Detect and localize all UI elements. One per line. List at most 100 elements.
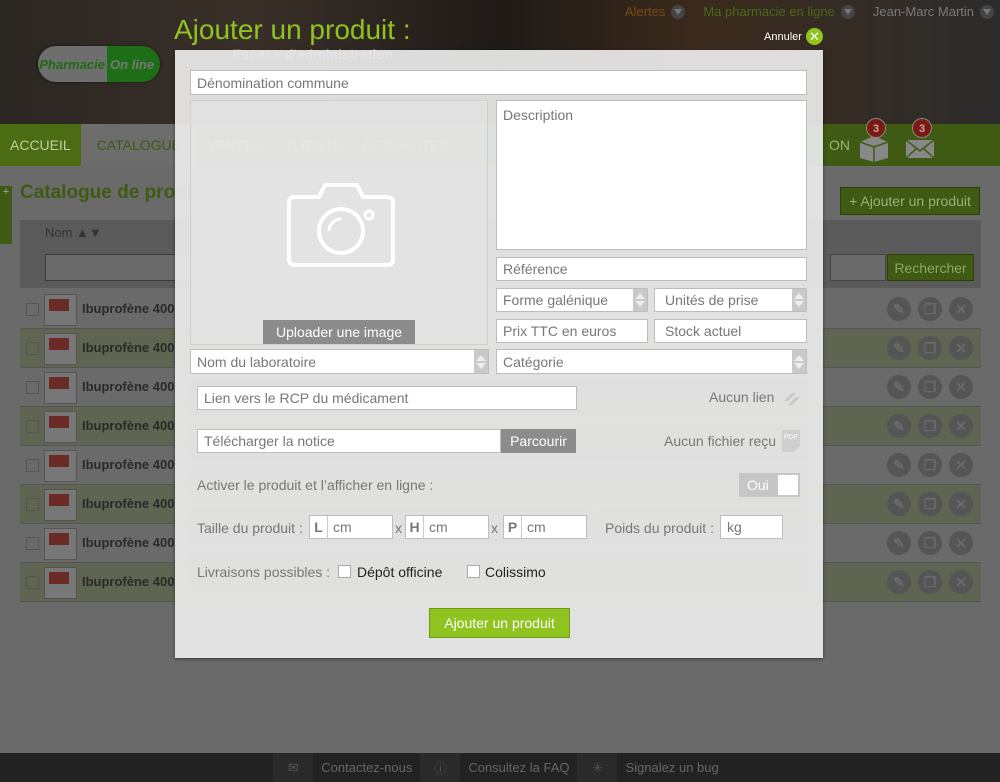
search-button[interactable]: Rechercher <box>887 254 974 281</box>
description-textarea[interactable]: Description <box>496 100 807 250</box>
activate-label: Activer le produit et l’afficher en lign… <box>197 477 434 493</box>
nav-last[interactable]: ON <box>819 124 860 166</box>
row-checkbox[interactable] <box>26 459 39 472</box>
footer-faq[interactable]: ⓘ Consultez la FAQ <box>420 753 577 782</box>
product-name[interactable]: Ibuprofène 400 <box>82 301 174 316</box>
row-checkbox[interactable] <box>26 420 39 433</box>
depth-unit: cm <box>527 519 546 535</box>
laboratoire-select[interactable]: Nom du laboratoire <box>190 349 489 374</box>
user-menu[interactable]: Jean-Marc Martin <box>873 4 994 19</box>
mail-icon: ✉ <box>273 753 314 782</box>
colissimo-checkbox[interactable] <box>467 565 480 578</box>
product-thumbnail <box>44 333 77 365</box>
upload-image-button[interactable]: Uploader une image <box>263 320 415 344</box>
name-filter-input[interactable] <box>45 254 195 281</box>
row-checkbox[interactable] <box>26 381 39 394</box>
delete-icon[interactable]: ✕ <box>949 297 973 321</box>
cancel-button[interactable]: Annuler ✕ <box>764 28 823 45</box>
add-product-top-button[interactable]: + Ajouter un produit <box>840 187 980 215</box>
depot-officine-checkbox[interactable] <box>338 565 351 578</box>
length-input[interactable]: Lcm <box>309 515 393 539</box>
edit-icon[interactable]: ✎ <box>887 375 911 399</box>
edit-icon[interactable]: ✎ <box>887 492 911 516</box>
price-input[interactable]: Prix TTC en euros <box>496 319 648 343</box>
product-name[interactable]: Ibuprofène 400 <box>82 574 174 589</box>
weight-input[interactable]: kg <box>720 515 783 539</box>
delete-icon[interactable]: ✕ <box>949 492 973 516</box>
activate-toggle[interactable]: Oui <box>739 473 800 497</box>
sidebar-toggle[interactable]: + <box>0 186 12 244</box>
messages-badge: 3 <box>912 118 932 138</box>
duplicate-icon[interactable]: ❐ <box>918 336 942 360</box>
weight-label: Poids du produit : <box>605 520 714 536</box>
product-thumbnail <box>44 372 77 404</box>
rcp-link-input[interactable]: Lien vers le RCP du médicament <box>197 386 577 410</box>
delete-icon[interactable]: ✕ <box>949 531 973 555</box>
logo[interactable]: Pharmacie On line <box>38 46 160 82</box>
delete-icon[interactable]: ✕ <box>949 570 973 594</box>
submit-add-product-button[interactable]: Ajouter un produit <box>429 608 570 638</box>
edit-icon[interactable]: ✎ <box>887 570 911 594</box>
pdf-icon: PDF <box>782 430 800 452</box>
info-icon: ⓘ <box>420 753 461 782</box>
duplicate-icon[interactable]: ❐ <box>918 414 942 438</box>
top-nav: Alertes Ma pharmacie en ligne Jean-Marc … <box>625 4 994 19</box>
browse-button[interactable]: Parcourir <box>501 429 576 453</box>
image-dropzone[interactable]: Uploader une image <box>190 100 488 345</box>
product-name[interactable]: Ibuprofène 400 <box>82 535 174 550</box>
duplicate-icon[interactable]: ❐ <box>918 531 942 555</box>
stock-input[interactable]: Stock actuel <box>654 319 807 343</box>
chevron-down-icon <box>671 4 686 19</box>
logo-text-1: Pharmacie <box>38 46 107 82</box>
col-name[interactable]: Nom ▲▼ <box>45 225 102 240</box>
edit-icon[interactable]: ✎ <box>887 414 911 438</box>
duplicate-icon[interactable]: ❐ <box>918 375 942 399</box>
footer: ✉ Contactez-nous ⓘ Consultez la FAQ ✳ Signa… <box>0 753 1000 782</box>
times-sign: x <box>491 520 498 536</box>
footer-bug[interactable]: ✳ Signalez un bug <box>577 753 726 782</box>
alerts-menu[interactable]: Alertes <box>625 4 686 19</box>
row-checkbox[interactable] <box>26 537 39 550</box>
pharmacy-menu[interactable]: Ma pharmacie en ligne <box>703 4 855 19</box>
height-input[interactable]: Hcm <box>405 515 489 539</box>
depth-input[interactable]: Pcm <box>503 515 587 539</box>
duplicate-icon[interactable]: ❐ <box>918 492 942 516</box>
forme-select[interactable]: Forme galénique <box>496 288 648 312</box>
toggle-knob <box>778 475 798 495</box>
categorie-select[interactable]: Catégorie <box>496 349 807 374</box>
row-checkbox[interactable] <box>26 342 39 355</box>
delete-icon[interactable]: ✕ <box>949 375 973 399</box>
product-name[interactable]: Ibuprofène 400 <box>82 457 174 472</box>
footer-contact[interactable]: ✉ Contactez-nous <box>273 753 420 782</box>
edit-icon[interactable]: ✎ <box>887 297 911 321</box>
depot-officine-label[interactable]: Dépôt officine <box>357 564 442 580</box>
notice-input[interactable]: Télécharger la notice <box>197 429 501 453</box>
delete-icon[interactable]: ✕ <box>949 414 973 438</box>
product-name[interactable]: Ibuprofène 400 <box>82 340 174 355</box>
row-checkbox[interactable] <box>26 576 39 589</box>
duplicate-icon[interactable]: ❐ <box>918 297 942 321</box>
times-sign: x <box>395 520 402 536</box>
product-name[interactable]: Ibuprofène 400 <box>82 418 174 433</box>
orders-button[interactable]: 3 <box>858 118 892 162</box>
duplicate-icon[interactable]: ❐ <box>918 570 942 594</box>
colissimo-label[interactable]: Colissimo <box>485 564 546 580</box>
delete-icon[interactable]: ✕ <box>949 453 973 477</box>
messages-button[interactable]: 3 <box>904 118 938 162</box>
row-checkbox[interactable] <box>26 498 39 511</box>
filter-select[interactable] <box>830 254 886 281</box>
duplicate-icon[interactable]: ❐ <box>918 453 942 477</box>
close-icon: ✕ <box>805 28 823 45</box>
edit-icon[interactable]: ✎ <box>887 336 911 360</box>
product-name[interactable]: Ibuprofène 400 <box>82 379 174 394</box>
box-icon <box>859 136 889 162</box>
reference-input[interactable]: Référence <box>496 257 807 281</box>
delete-icon[interactable]: ✕ <box>949 336 973 360</box>
denomination-input[interactable]: Dénomination commune <box>190 70 807 95</box>
edit-icon[interactable]: ✎ <box>887 531 911 555</box>
unites-select[interactable]: Unités de prise <box>654 288 807 312</box>
nav-accueil[interactable]: ACCUEIL <box>0 124 81 166</box>
row-checkbox[interactable] <box>26 303 39 316</box>
product-name[interactable]: Ibuprofène 400 <box>82 496 174 511</box>
edit-icon[interactable]: ✎ <box>887 453 911 477</box>
